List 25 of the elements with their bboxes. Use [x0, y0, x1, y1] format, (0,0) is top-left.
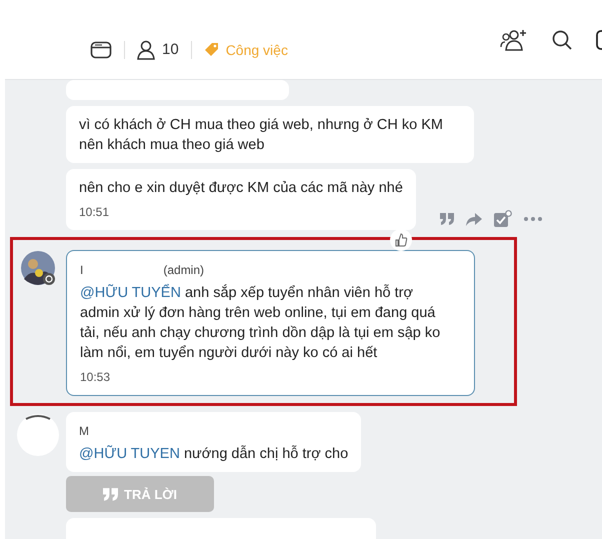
message-text: @HỮU TUYEN nướng dẫn chị hỗ trợ cho [79, 444, 348, 464]
message-text: @HỮU TUYỂN anh sắp xếp tuyển nhân viên hỗ trợ admin xử lý đơn hàng trên web online, tụi em đang quá tải, nếu anh chạy chương trình dồn dập là tụi em sập ko làm nổi, em tuyển người dưới này ko có ai hết [80, 283, 442, 363]
add-people-icon[interactable] [500, 28, 528, 50]
like-icon[interactable] [390, 229, 412, 251]
tag-icon [204, 42, 219, 57]
person-icon [137, 40, 155, 60]
share-icon[interactable] [466, 212, 482, 226]
avatar[interactable] [21, 251, 55, 285]
quote-icon [103, 488, 118, 500]
search-icon[interactable] [552, 30, 572, 50]
message-time: 10:53 [80, 369, 112, 386]
member-count[interactable]: 10 [162, 41, 179, 58]
mention-link[interactable]: @HỮU TUYEN [79, 446, 180, 462]
sender-role: (admin) [163, 262, 204, 279]
card-icon[interactable] [90, 40, 112, 58]
message-text: vì có khách ở CH mua theo giá web, nhưng ở CH ko KM nên khách mua theo giá web [79, 116, 444, 155]
mention-link[interactable]: @HỮU TUYỂN [80, 285, 181, 301]
task-icon[interactable] [494, 210, 512, 228]
sender-name: M [79, 423, 89, 440]
message-time: 10:51 [79, 204, 110, 221]
message-text: nên cho e xin duyệt được KM của các mã này nhé [79, 179, 403, 198]
sender-name: I [80, 262, 84, 279]
quote-icon[interactable] [440, 213, 454, 225]
more-icon[interactable] [524, 217, 542, 221]
avatar[interactable] [16, 413, 60, 457]
